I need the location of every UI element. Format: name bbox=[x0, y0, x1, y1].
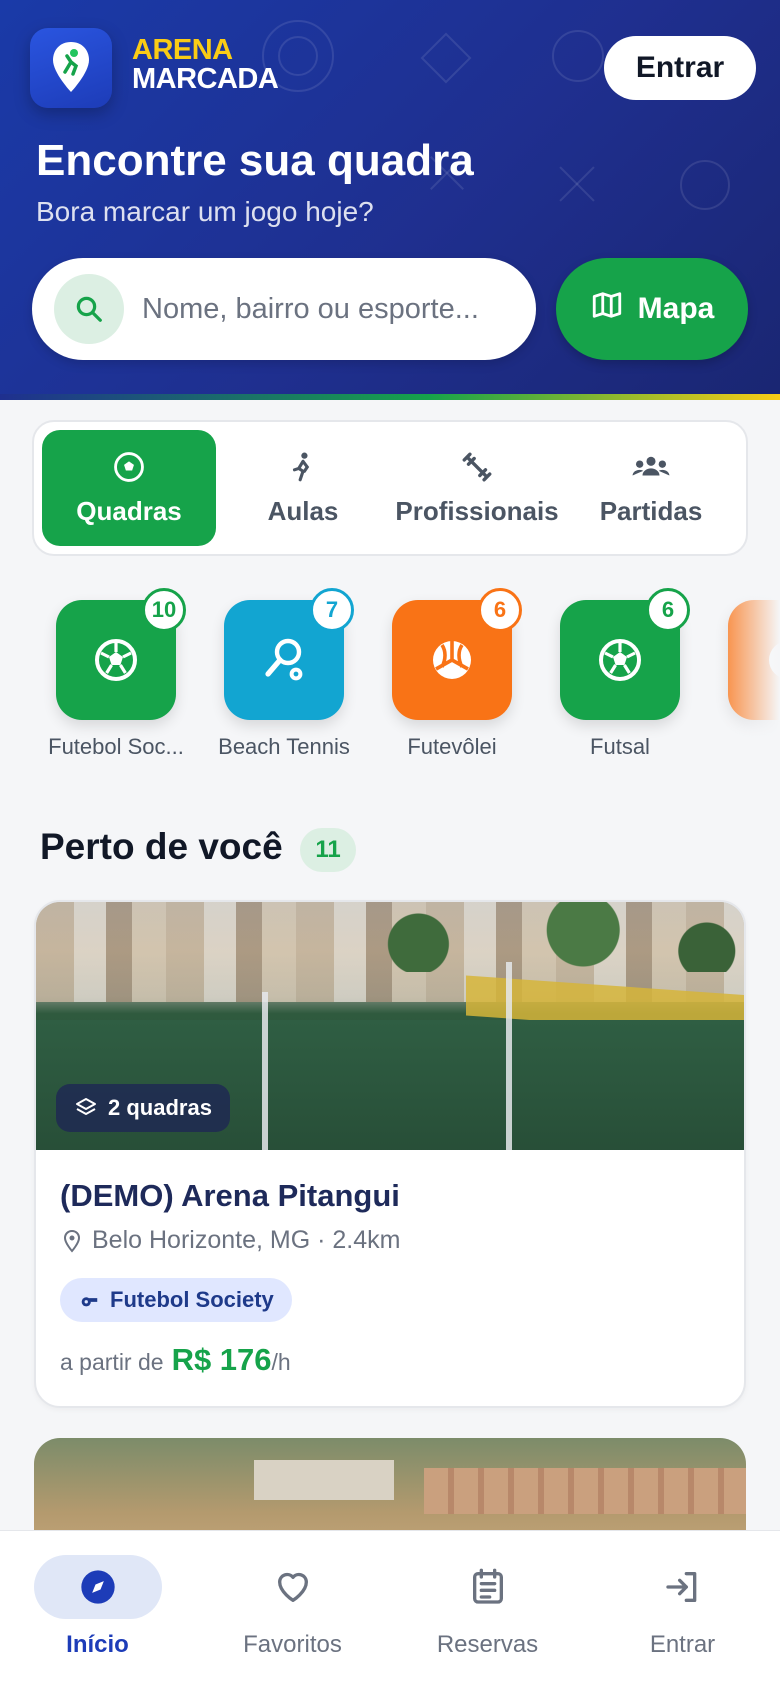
nav-pill bbox=[424, 1555, 552, 1619]
tab-label: Quadras bbox=[76, 495, 182, 526]
decor-circle bbox=[680, 160, 730, 210]
sport-label: Futsal bbox=[590, 734, 650, 759]
sport-tile: 10 bbox=[56, 588, 186, 720]
sport-label: Beach Tennis bbox=[218, 734, 350, 759]
nav-label: Reservas bbox=[436, 1631, 539, 1658]
sport-tile: 6 bbox=[560, 588, 690, 720]
sport-chip-futsal[interactable]: 6 Futsal bbox=[535, 586, 705, 760]
hero-title: Encontre sua quadra bbox=[36, 136, 474, 185]
price-unit: /h bbox=[271, 1349, 291, 1375]
nav-label: Entrar bbox=[649, 1631, 716, 1658]
map-button-label: Mapa bbox=[637, 292, 715, 325]
dumbbell-icon bbox=[462, 452, 492, 481]
sport-chip-futebol-society[interactable]: 10 Futebol Soc... bbox=[31, 586, 201, 760]
nav-favoritos[interactable]: Favoritos bbox=[195, 1531, 390, 1688]
login-icon bbox=[665, 1572, 696, 1602]
photo-pole bbox=[506, 962, 512, 1150]
nav-pill bbox=[619, 1555, 747, 1619]
nav-reservas[interactable]: Reservas bbox=[390, 1531, 585, 1688]
coach-icon bbox=[292, 452, 310, 481]
login-button[interactable]: Entrar bbox=[604, 36, 756, 100]
brand-line-2: MARCADA bbox=[132, 63, 279, 95]
photo-building bbox=[254, 1460, 394, 1500]
header-accent-strip bbox=[0, 394, 780, 400]
tab-aulas[interactable]: Aulas bbox=[216, 430, 390, 546]
photo-wall bbox=[424, 1468, 746, 1514]
carousel-fade bbox=[710, 586, 780, 766]
sport-chip-futevolei[interactable]: 6 Futevôlei bbox=[367, 586, 537, 760]
layers-icon bbox=[76, 1098, 96, 1115]
location-pin-icon bbox=[63, 1229, 81, 1253]
decor-diamond bbox=[420, 32, 472, 84]
courts-count-label: 2 quadras bbox=[108, 1095, 212, 1120]
sport-tile: 7 bbox=[224, 588, 354, 720]
sport-count-badge: 10 bbox=[142, 588, 186, 632]
brand-line-1: ARENA bbox=[132, 34, 233, 66]
tab-label: Profissionais bbox=[395, 495, 559, 526]
sport-count-badge: 7 bbox=[310, 588, 354, 632]
volleyball-icon bbox=[433, 641, 471, 679]
tab-label: Aulas bbox=[267, 495, 339, 526]
group-icon bbox=[632, 456, 670, 475]
search-bar[interactable] bbox=[32, 258, 536, 360]
nav-pill bbox=[33, 1555, 162, 1619]
app-screen: ARENA MARCADA Entrar Encontre sua quadra… bbox=[0, 0, 780, 1688]
soccer-ball-icon bbox=[599, 639, 641, 681]
nav-entrar[interactable]: Entrar bbox=[585, 1531, 780, 1688]
category-tabs: Quadras Aulas Profissionais Partidas bbox=[32, 420, 748, 556]
venue-card[interactable]: 2 quadras (DEMO) Arena Pitangui Belo Hor… bbox=[34, 900, 746, 1408]
nav-label: Favoritos bbox=[243, 1631, 342, 1658]
nav-inicio[interactable]: Início bbox=[0, 1531, 195, 1688]
hero-subtitle: Bora marcar um jogo hoje? bbox=[36, 196, 374, 227]
price-prefix: a partir de bbox=[60, 1349, 164, 1375]
decor-cross bbox=[556, 160, 596, 208]
nav-label: Início bbox=[66, 1631, 129, 1658]
venue-name: (DEMO) Arena Pitangui bbox=[60, 1178, 400, 1213]
sport-tag: Futebol Society bbox=[60, 1278, 292, 1322]
hero-header: ARENA MARCADA Entrar Encontre sua quadra… bbox=[0, 0, 780, 400]
sport-tile: 6 bbox=[392, 588, 522, 720]
decor-circle bbox=[552, 30, 604, 82]
sport-count-badge: 6 bbox=[646, 588, 690, 632]
sport-tag-label: Futebol Society bbox=[110, 1287, 274, 1312]
soccer-ball-icon bbox=[114, 451, 144, 482]
search-icon bbox=[54, 274, 124, 344]
tab-partidas[interactable]: Partidas bbox=[564, 430, 738, 546]
results-count-badge: 11 bbox=[300, 828, 356, 872]
venue-price: a partir de R$ 176 /h bbox=[60, 1342, 291, 1378]
sport-chip-beach-tennis[interactable]: 7 Beach Tennis bbox=[199, 586, 369, 760]
price-amount: R$ 176 bbox=[171, 1342, 272, 1377]
sports-carousel: 10 Futebol Soc... 7 Beach Tennis 6 Futev… bbox=[0, 586, 780, 766]
sport-label: Futevôlei bbox=[407, 734, 497, 759]
nav-pill bbox=[229, 1555, 357, 1619]
tab-profissionais[interactable]: Profissionais bbox=[390, 430, 564, 546]
soccer-ball-icon bbox=[95, 639, 137, 681]
venue-location-text: Belo Horizonte, MG · 2.4km bbox=[92, 1226, 401, 1254]
whistle-icon bbox=[81, 1297, 98, 1307]
tab-label: Partidas bbox=[599, 495, 703, 526]
brand-logo[interactable] bbox=[30, 28, 112, 108]
calendar-icon bbox=[472, 1568, 503, 1604]
photo-trees bbox=[336, 902, 744, 972]
venue-photo: 2 quadras bbox=[36, 902, 744, 1150]
location-pin-icon bbox=[53, 42, 89, 92]
section-title: Perto de você bbox=[40, 826, 283, 867]
racket-icon bbox=[265, 638, 303, 681]
map-icon bbox=[590, 288, 624, 330]
map-button[interactable]: Mapa bbox=[556, 258, 748, 360]
brand-wordmark: ARENA MARCADA bbox=[132, 34, 279, 95]
sport-label: Futebol Soc... bbox=[48, 734, 184, 759]
sport-count-badge: 6 bbox=[478, 588, 522, 632]
photo-pole bbox=[262, 992, 268, 1150]
search-input[interactable] bbox=[142, 292, 502, 326]
heart-icon bbox=[277, 1572, 308, 1602]
courts-count-badge: 2 quadras bbox=[56, 1084, 230, 1132]
bottom-navigation: Início Favoritos Reservas Entrar bbox=[0, 1530, 780, 1688]
compass-icon bbox=[80, 1570, 115, 1604]
tab-quadras[interactable]: Quadras bbox=[42, 430, 216, 546]
venue-location: Belo Horizonte, MG · 2.4km bbox=[60, 1226, 400, 1255]
